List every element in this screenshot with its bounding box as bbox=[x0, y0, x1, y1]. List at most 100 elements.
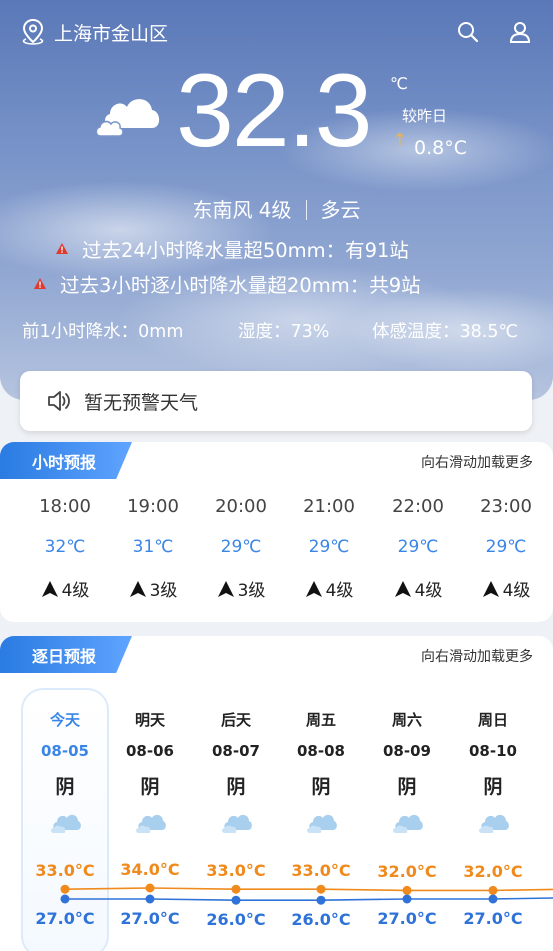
high-temp-point bbox=[402, 885, 412, 895]
overcast-cloud-icon bbox=[306, 810, 338, 838]
day-name: 明天 bbox=[134, 711, 165, 729]
overcast-cloud-icon bbox=[221, 810, 253, 838]
wind-level: 4级 bbox=[325, 581, 354, 601]
wind-level: 3级 bbox=[237, 581, 266, 601]
hour-time: 18:00 bbox=[39, 496, 91, 517]
wind-level: 4级 bbox=[61, 581, 90, 601]
hourly-forecast-card[interactable]: 小时预报 向右滑动加载更多 18:00 32℃ 4级 19:00 31℃ 3级 20:00 2… bbox=[0, 442, 553, 622]
condition-text: 多云 bbox=[320, 198, 361, 222]
day-name: 周六 bbox=[391, 711, 422, 729]
day-date: 08-08 bbox=[297, 742, 345, 760]
up-arrow-icon: ↑ bbox=[392, 130, 408, 151]
wind-direction-icon bbox=[217, 580, 234, 597]
day-date: 08-09 bbox=[383, 742, 431, 760]
temperature-trend-chart bbox=[60, 883, 553, 905]
overcast-cloud-icon bbox=[50, 810, 82, 838]
high-temp-line bbox=[64, 887, 553, 892]
alert-text: 过去24小时降水量超50mm：有91站 bbox=[82, 239, 409, 262]
overcast-cloud-icon bbox=[478, 810, 510, 838]
low-temp-point bbox=[402, 894, 412, 904]
high-temp-point bbox=[60, 884, 70, 894]
feels-like-stat: 体感温度：38.5℃ bbox=[372, 322, 519, 342]
current-temperature: 32.3 bbox=[176, 53, 372, 169]
hour-temp: 29℃ bbox=[308, 537, 350, 557]
cloudy-weather-icon bbox=[94, 86, 164, 146]
day-condition: 阴 bbox=[397, 776, 417, 798]
alert-triangle-icon bbox=[34, 278, 46, 289]
precip-stat: 前1小时降水：0mm bbox=[22, 322, 184, 342]
overcast-cloud-icon bbox=[392, 810, 424, 838]
day-condition: 阴 bbox=[226, 776, 246, 798]
divider bbox=[305, 200, 307, 220]
wind-direction-icon bbox=[41, 580, 58, 597]
alert-text: 过去3小时逐小时降水量超20mm：共9站 bbox=[60, 274, 421, 297]
warning-card[interactable]: 暂无预警天气 bbox=[20, 371, 532, 431]
day-condition: 阴 bbox=[483, 776, 503, 798]
wind-direction-icon bbox=[394, 580, 411, 597]
day-name: 后天 bbox=[220, 711, 251, 729]
high-temp-point bbox=[316, 884, 326, 894]
daily-forecast-card[interactable]: 逐日预报 向右滑动加载更多 今天 08-05 阴 33.0°C 27.0°C 明天 08-0… bbox=[0, 636, 553, 951]
high-temp-point bbox=[145, 883, 155, 893]
humidity-stat: 湿度：73% bbox=[238, 322, 330, 342]
wind-level: 3级 bbox=[149, 581, 178, 601]
alert-item[interactable]: 过去3小时逐小时降水量超20mm：共9站 bbox=[34, 269, 421, 298]
wind-direction-icon bbox=[482, 580, 499, 597]
day-name: 今天 bbox=[49, 711, 80, 729]
low-temp-point bbox=[316, 895, 326, 905]
warning-text: 暂无预警天气 bbox=[84, 391, 199, 414]
hour-temp: 29℃ bbox=[220, 537, 262, 557]
day-name: 周五 bbox=[305, 711, 336, 729]
alert-triangle-icon bbox=[56, 243, 68, 254]
load-more-hint[interactable]: 向右滑动加载更多 bbox=[421, 646, 533, 666]
low-temp-line bbox=[65, 897, 553, 901]
hour-wind: 4级 bbox=[21, 576, 109, 601]
hour-time: 22:00 bbox=[392, 496, 444, 517]
wind-condition-line: 东南风 4级 多云 bbox=[0, 194, 553, 223]
hour-temp: 29℃ bbox=[485, 537, 527, 557]
location-name: 上海市金山区 bbox=[54, 22, 169, 45]
hour-time: 20:00 bbox=[215, 496, 267, 517]
hour-temp: 31℃ bbox=[132, 537, 174, 557]
wind-level: 4级 bbox=[414, 581, 443, 601]
overcast-cloud-icon bbox=[135, 810, 167, 838]
day-name: 周日 bbox=[477, 711, 508, 729]
hour-temp: 29℃ bbox=[397, 537, 439, 557]
wind-direction-icon bbox=[305, 580, 322, 597]
wind-info: 东南风 4级 bbox=[192, 198, 292, 222]
wind-direction-icon bbox=[129, 580, 146, 597]
low-temp-point bbox=[231, 895, 241, 905]
hour-wind: 4级 bbox=[374, 576, 462, 601]
speaker-icon bbox=[48, 391, 70, 411]
user-icon[interactable] bbox=[508, 20, 532, 48]
daily-forecast-title: 逐日预报 bbox=[0, 636, 132, 673]
hourly-forecast-title: 小时预报 bbox=[0, 442, 132, 479]
compare-yesterday-label: 较昨日 bbox=[402, 107, 448, 125]
temperature-unit: ℃ bbox=[390, 74, 408, 93]
day-date: 08-10 bbox=[469, 742, 517, 760]
hour-wind: 4级 bbox=[285, 576, 373, 601]
low-temp-point bbox=[145, 894, 155, 904]
hour-time: 19:00 bbox=[127, 496, 179, 517]
low-temp-point bbox=[60, 894, 70, 904]
day-condition: 阴 bbox=[55, 776, 75, 798]
day-date: 08-05 bbox=[41, 742, 89, 760]
day-date: 08-06 bbox=[126, 742, 174, 760]
hour-time: 23:00 bbox=[480, 496, 532, 517]
hour-wind: 3级 bbox=[109, 576, 197, 601]
load-more-hint[interactable]: 向右滑动加载更多 bbox=[421, 452, 533, 472]
high-temp-point bbox=[488, 885, 498, 895]
day-date: 08-07 bbox=[212, 742, 260, 760]
alert-item[interactable]: 过去24小时降水量超50mm：有91站 bbox=[56, 234, 409, 263]
location-pin-icon bbox=[22, 18, 44, 45]
day-condition: 阴 bbox=[311, 776, 331, 798]
hour-time: 21:00 bbox=[303, 496, 355, 517]
hour-wind: 3级 bbox=[197, 576, 285, 601]
compare-yesterday-value: 0.8°C bbox=[414, 137, 467, 159]
weather-hero: 上海市金山区 32.3 ℃ 较昨日 ↑ 0.8°C 东南风 4级 多云 过去24小… bbox=[0, 0, 553, 400]
wind-level: 4级 bbox=[502, 581, 531, 601]
search-icon[interactable] bbox=[456, 20, 480, 48]
location-selector[interactable]: 上海市金山区 bbox=[20, 18, 168, 46]
hour-wind: 4级 bbox=[462, 576, 550, 601]
high-temp-point bbox=[231, 884, 241, 894]
